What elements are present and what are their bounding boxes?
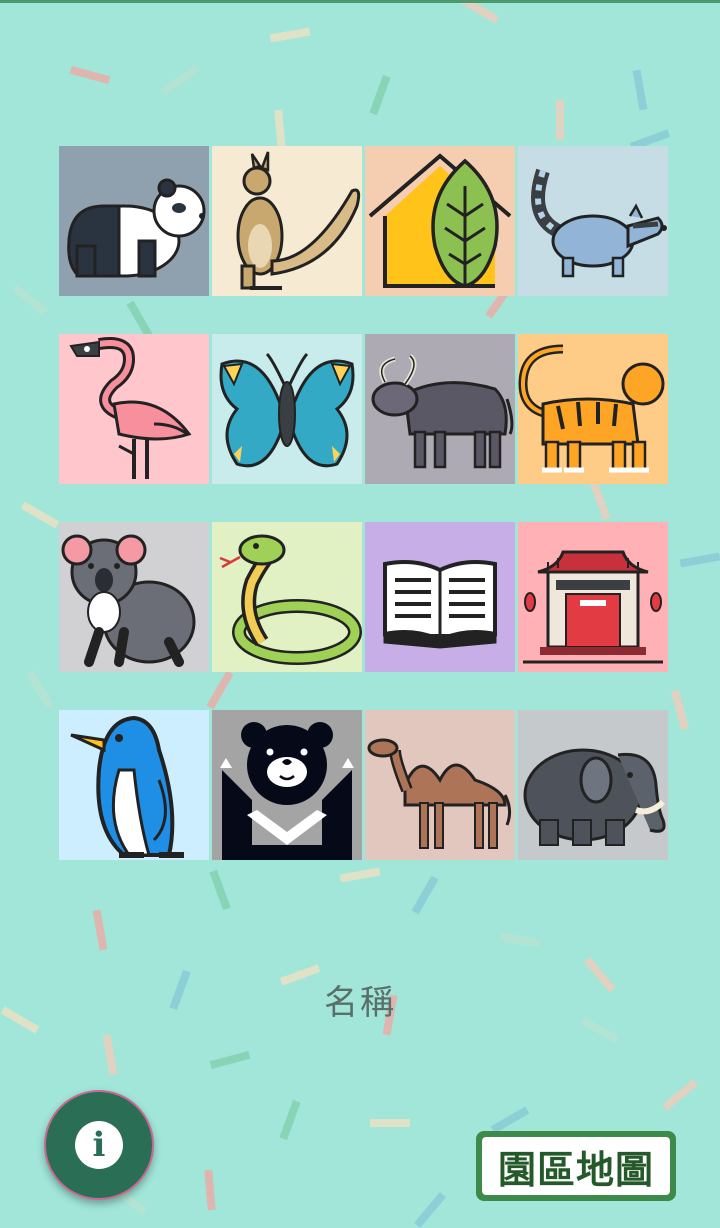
tile-book[interactable] <box>365 522 515 672</box>
tile-elephant[interactable] <box>518 710 668 860</box>
info-button[interactable]: i <box>44 1090 154 1200</box>
confetti-piece <box>92 909 108 951</box>
tile-koala[interactable] <box>59 522 209 672</box>
tile-temple[interactable] <box>518 522 668 672</box>
tile-kangaroo[interactable] <box>212 146 362 296</box>
tile-penguin[interactable] <box>59 710 209 860</box>
water-buffalo-icon <box>371 354 514 469</box>
tile-butterfly[interactable] <box>212 334 362 484</box>
confetti-piece <box>370 1119 410 1127</box>
exhibit-grid <box>59 146 668 860</box>
confetti-piece <box>369 74 391 116</box>
confetti-piece <box>679 552 720 568</box>
confetti-piece <box>20 501 60 529</box>
confetti-piece <box>26 670 54 710</box>
confetti-piece <box>274 109 286 151</box>
confetti-piece <box>102 1034 118 1076</box>
tile-panda[interactable] <box>59 146 209 296</box>
confetti-piece <box>662 1079 698 1111</box>
confetti-piece <box>460 0 500 24</box>
panda-icon <box>67 178 206 278</box>
elephant-icon <box>523 748 666 846</box>
confetti-piece <box>209 869 231 911</box>
confetti-piece <box>490 1106 530 1134</box>
tile-eco-house[interactable] <box>365 146 515 296</box>
confetti-piece <box>499 932 541 948</box>
confetti-piece <box>209 1050 251 1070</box>
tile-snake[interactable] <box>212 522 362 672</box>
info-icon: i <box>75 1121 123 1169</box>
tiger-icon <box>518 344 665 473</box>
tile-camel[interactable] <box>365 710 515 860</box>
flamingo-icon <box>69 337 192 479</box>
eco-house-icon <box>368 153 512 288</box>
raccoon-icon <box>531 168 667 278</box>
confetti-piece <box>556 100 564 140</box>
tile-formosan-bear[interactable] <box>212 710 362 860</box>
temple-icon <box>523 550 663 664</box>
confetti-piece <box>279 1099 301 1141</box>
confetti-piece <box>414 1192 446 1228</box>
confetti-piece <box>670 689 690 731</box>
confetti-piece <box>69 65 111 85</box>
confetti-piece <box>161 65 199 95</box>
park-map-button[interactable]: 園區地圖 <box>476 1131 676 1201</box>
confetti-piece <box>204 1169 216 1211</box>
confetti-piece <box>411 875 439 915</box>
top-divider <box>0 0 720 3</box>
confetti-piece <box>339 867 381 883</box>
confetti-piece <box>269 27 311 43</box>
butterfly-icon <box>219 352 355 468</box>
book-icon <box>383 560 497 649</box>
koala-icon <box>61 534 196 667</box>
park-map-label: 園區地圖 <box>482 1137 670 1195</box>
camel-icon <box>367 738 512 849</box>
tile-tiger[interactable] <box>518 334 668 484</box>
formosan-bear-icon <box>220 722 354 860</box>
tile-raccoon[interactable] <box>518 146 668 296</box>
tile-water-buffalo[interactable] <box>365 334 515 484</box>
kangaroo-icon <box>236 151 361 290</box>
confetti-piece <box>632 69 648 111</box>
penguin-icon <box>70 715 184 858</box>
snake-icon <box>219 534 362 665</box>
confetti-piece <box>12 284 48 316</box>
selected-name-label: 名稱 <box>324 983 396 1023</box>
tile-flamingo[interactable] <box>59 334 209 484</box>
